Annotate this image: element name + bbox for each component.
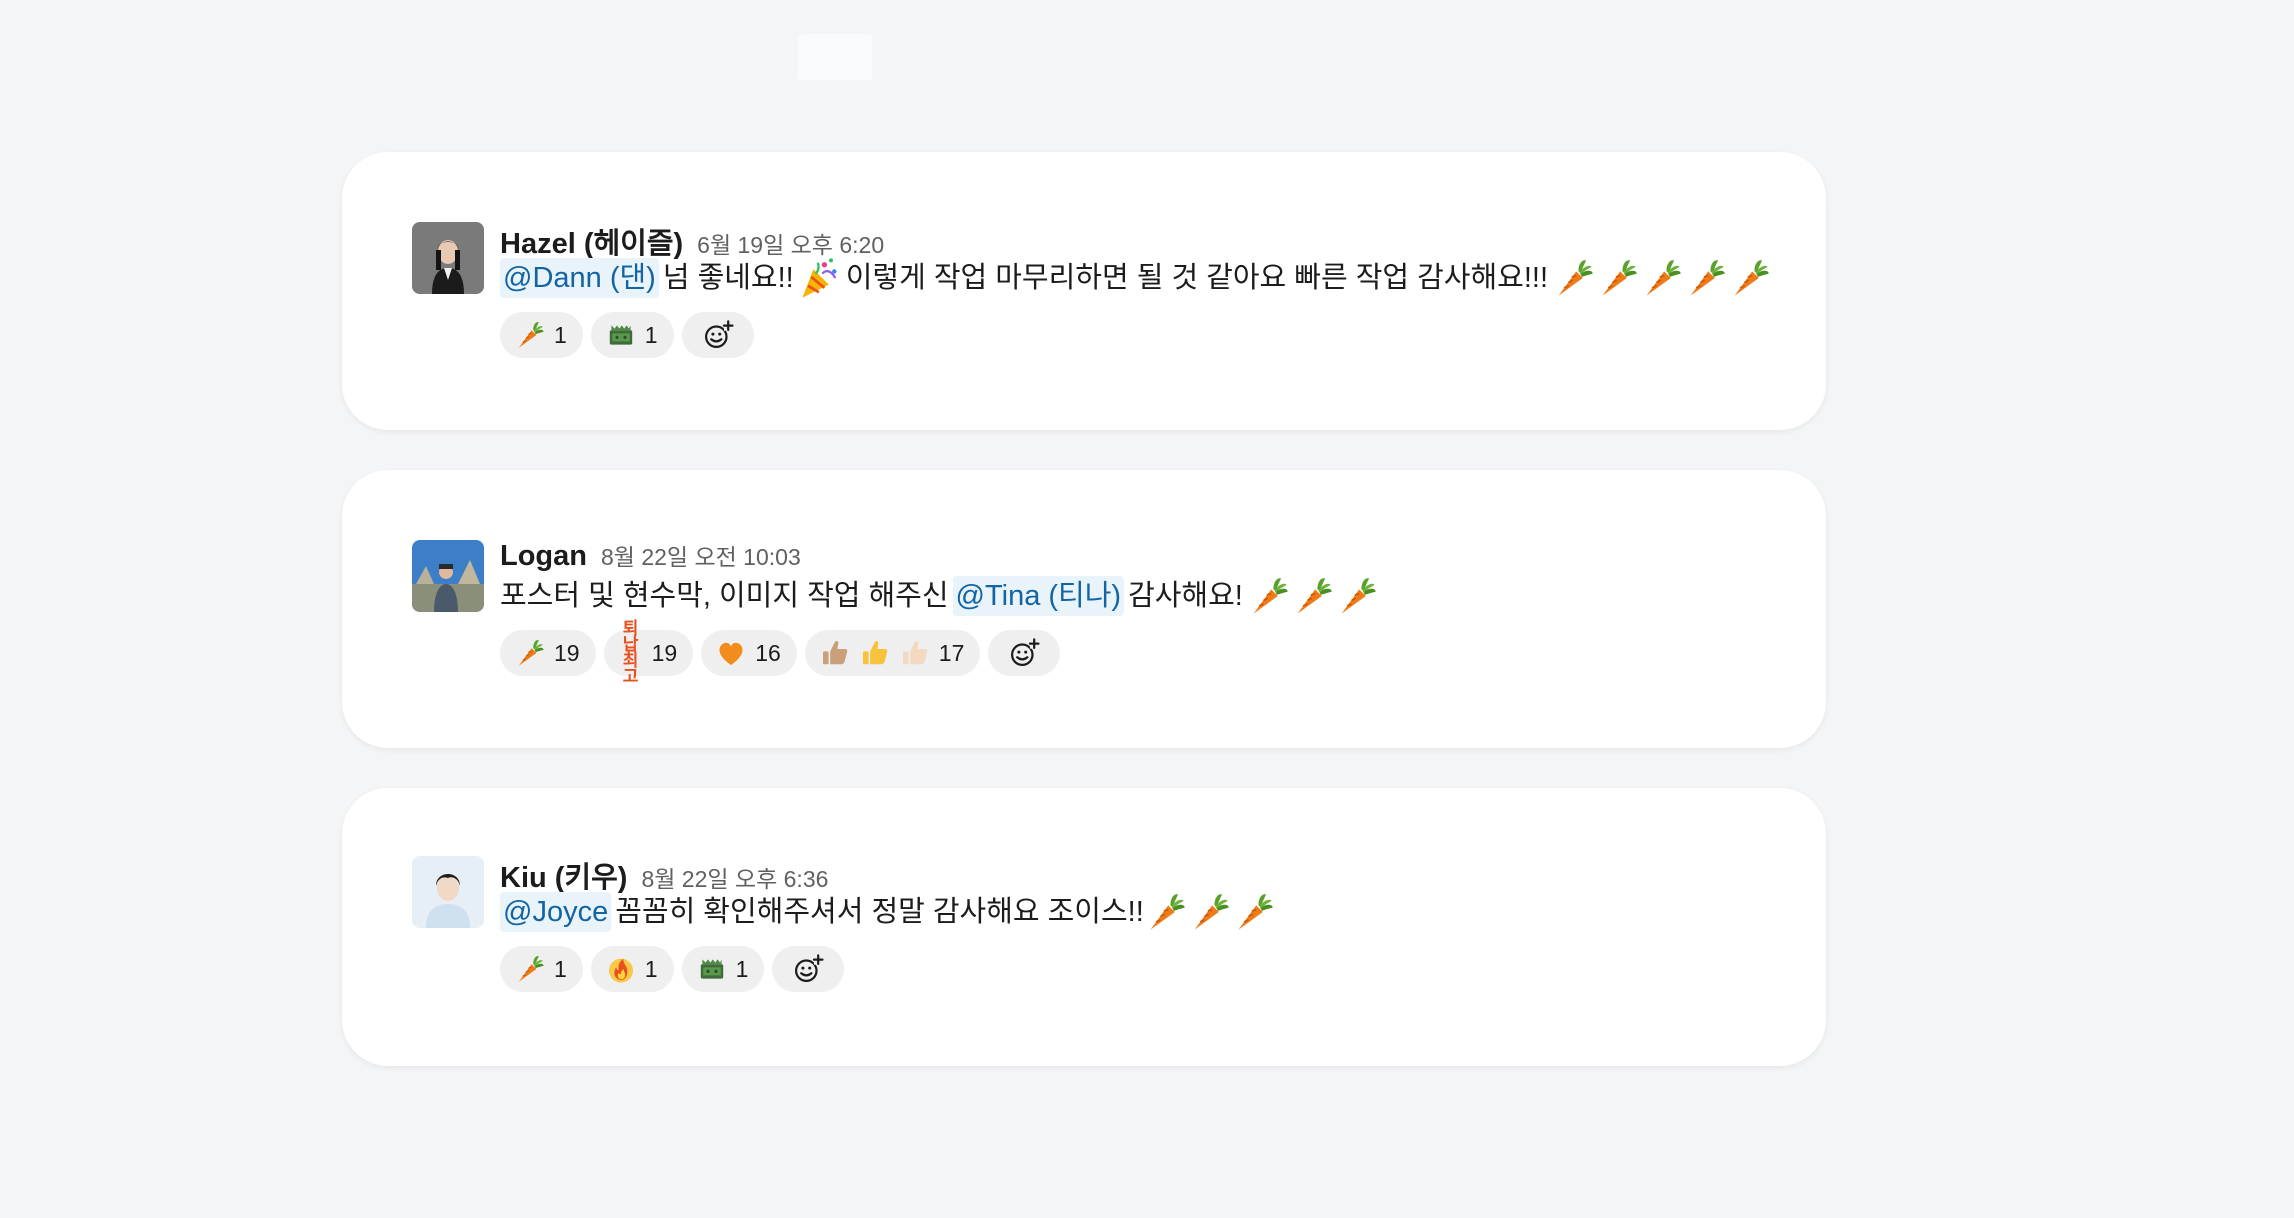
reaction-count: 1 xyxy=(554,955,567,982)
author-name[interactable]: Logan xyxy=(500,540,587,573)
reaction-bar: 19 퇴납 최고 19 16 17 xyxy=(500,620,1061,685)
carrot-icon xyxy=(1728,256,1772,300)
reaction-count: 19 xyxy=(651,639,678,666)
party-popper-icon xyxy=(798,256,842,300)
timestamp[interactable]: 8월 22일 오후 6:36 xyxy=(641,860,828,894)
carrot-icon xyxy=(1640,256,1684,300)
reaction-carrot[interactable]: 1 xyxy=(500,946,583,992)
thumbs-up-icon xyxy=(859,637,891,669)
reaction-carrot[interactable]: 19 xyxy=(500,630,596,676)
add-reaction-button[interactable] xyxy=(772,946,845,992)
avatar[interactable] xyxy=(412,222,484,294)
message-card: Logan 8월 22일 오전 10:03 포스터 및 현수막, 이미지 작업 … xyxy=(342,470,1826,748)
reaction-count: 16 xyxy=(755,639,781,666)
reaction-green-thumbs[interactable]: 1 xyxy=(681,946,765,992)
message-card: Hazel (헤이즐) 6월 19일 오후 6:20 @Dann (댄) 넘 좋… xyxy=(342,152,1826,430)
reaction-carrot[interactable]: 1 xyxy=(500,312,583,358)
carrot-icon xyxy=(514,637,546,669)
carrot-icon xyxy=(1596,256,1640,300)
top-tab-placeholder xyxy=(798,34,872,80)
reaction-count: 19 xyxy=(554,639,580,666)
fire-icon xyxy=(605,953,637,985)
reaction-count: 1 xyxy=(554,321,567,348)
thumbs-up-icon xyxy=(899,637,931,669)
carrot-icon xyxy=(1144,890,1188,934)
thumbs-up-icon xyxy=(819,637,851,669)
reaction-count: 1 xyxy=(644,955,658,982)
reaction-bar: 1 1 1 xyxy=(500,946,845,992)
avatar-photo-logan xyxy=(412,540,484,612)
add-reaction-icon xyxy=(701,318,735,352)
avatar-photo-kiu xyxy=(412,856,484,928)
message-text: @Joyce 꼼꼼히 확인해주셔서 정말 감사해요 조이스!! xyxy=(500,890,1276,934)
add-reaction-button[interactable] xyxy=(681,312,754,358)
green-thumbs-icon xyxy=(696,953,728,985)
reaction-thumbs-up[interactable]: 17 xyxy=(804,630,981,676)
message-text: 포스터 및 현수막, 이미지 작업 해주신 @Tina (티나) 감사해요! xyxy=(500,574,1379,618)
carrot-icon xyxy=(1188,890,1232,934)
carrot-icon xyxy=(1335,574,1379,618)
message-text-segment: 꼼꼼히 확인해주셔서 정말 감사해요 조이스!! xyxy=(615,896,1144,928)
add-reaction-icon xyxy=(791,952,825,986)
carrot-icon xyxy=(1232,890,1276,934)
user-mention[interactable]: @Tina (티나) xyxy=(952,576,1125,616)
reaction-count: 1 xyxy=(735,955,749,982)
orange-heart-icon xyxy=(715,637,747,669)
message-card: Kiu (키우) 8월 22일 오후 6:36 @Joyce 꼼꼼히 확인해주셔… xyxy=(342,788,1826,1066)
message-text-segment: 포스터 및 현수막, 이미지 작업 해주신 xyxy=(500,580,949,612)
reaction-bar: 1 1 xyxy=(500,312,754,358)
user-mention[interactable]: @Joyce xyxy=(500,892,612,932)
message-text: @Dann (댄) 넘 좋네요!! 이렇게 작업 마무리하면 될 것 같아요 빠… xyxy=(500,256,1772,300)
user-mention[interactable]: @Dann (댄) xyxy=(500,258,659,298)
reaction-count: 1 xyxy=(644,321,658,348)
carrot-icon xyxy=(1291,574,1335,618)
reaction-count: 17 xyxy=(938,639,965,666)
carrot-icon xyxy=(1552,256,1596,300)
add-reaction-button[interactable] xyxy=(988,630,1061,676)
carrot-icon xyxy=(514,319,546,351)
reaction-fire[interactable]: 1 xyxy=(590,946,674,992)
reaction-orange-heart[interactable]: 16 xyxy=(701,630,797,676)
message-text-segment: 넘 좋네요!! xyxy=(662,262,794,294)
message-text-segment: 감사해요! xyxy=(1128,580,1243,612)
timestamp[interactable]: 6월 19일 오후 6:20 xyxy=(697,226,884,260)
carrot-icon xyxy=(1247,574,1291,618)
avatar[interactable] xyxy=(412,856,484,928)
carrot-icon xyxy=(1684,256,1728,300)
custom-text-emoji-icon: 퇴납 최고 xyxy=(622,619,639,686)
reaction-custom-text[interactable]: 퇴납 최고 19 xyxy=(603,620,694,685)
add-reaction-icon xyxy=(1007,636,1041,670)
timestamp[interactable]: 8월 22일 오전 10:03 xyxy=(601,538,801,572)
message-text-segment: 이렇게 작업 마무리하면 될 것 같아요 빠른 작업 감사해요!!! xyxy=(845,262,1549,294)
carrot-icon xyxy=(514,953,546,985)
reaction-green-thumbs[interactable]: 1 xyxy=(590,312,674,358)
avatar[interactable] xyxy=(412,540,484,612)
avatar-photo-hazel xyxy=(412,222,484,294)
green-thumbs-icon xyxy=(605,319,637,351)
